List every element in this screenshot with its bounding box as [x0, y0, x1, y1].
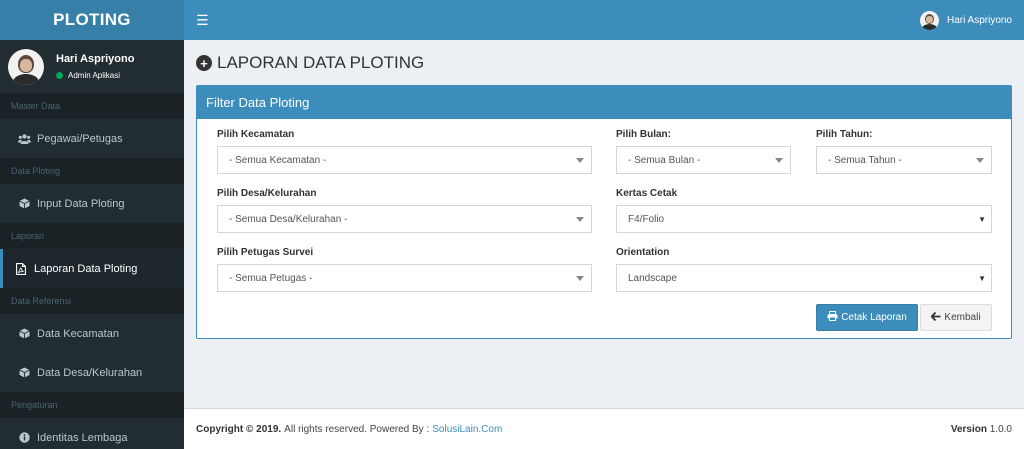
- orientation-label: Orientation: [616, 247, 670, 258]
- avatar: [919, 10, 939, 30]
- kertas-select[interactable]: F4/Folio ▼: [616, 205, 992, 233]
- user-panel: Hari Aspriyono Admin Aplikasi: [0, 40, 184, 93]
- user-name: Hari Aspriyono: [56, 53, 135, 65]
- sidebar-item-data-desa-kelurahan[interactable]: Data Desa/Kelurahan: [0, 353, 184, 392]
- hamburger-icon[interactable]: ☰: [196, 12, 209, 29]
- info-circle-icon: [17, 432, 31, 443]
- chevron-down-icon: ▼: [978, 215, 986, 224]
- filter-box: Filter Data Ploting Pilih Kecamatan - Se…: [196, 85, 1012, 339]
- pdf-file-icon: [14, 262, 28, 275]
- cube-icon: [17, 367, 31, 378]
- kertas-label: Kertas Cetak: [616, 188, 678, 199]
- top-user-name: Hari Aspriyono: [946, 14, 1012, 26]
- print-icon: [827, 311, 838, 324]
- chevron-down-icon: ▼: [978, 274, 986, 283]
- section-header-master-data: Master Data: [0, 93, 184, 119]
- section-header-data-ploting: Data Ploting: [0, 158, 184, 184]
- powered-by-link[interactable]: SolusiLain.Com: [432, 424, 502, 435]
- bulan-label: Pilih Bulan:: [616, 129, 671, 140]
- app-logo[interactable]: PLOTING: [0, 0, 184, 40]
- avatar: [8, 48, 44, 85]
- kecamatan-select[interactable]: - Semua Kecamatan -: [217, 146, 592, 174]
- plus-circle-icon: +: [196, 55, 212, 71]
- chevron-down-icon: [576, 217, 584, 222]
- chevron-down-icon: [576, 158, 584, 163]
- sidebar-item-data-kecamatan[interactable]: Data Kecamatan: [0, 314, 184, 353]
- kecamatan-label: Pilih Kecamatan: [217, 129, 295, 140]
- rights-text: All rights reserved. Powered By :: [284, 423, 430, 435]
- sidebar: PLOTING Hari Aspriyono Admin Aplikasi Ma…: [0, 0, 184, 449]
- filter-box-title: Filter Data Ploting: [197, 86, 1011, 119]
- top-navbar: ☰ Hari Aspriyono: [184, 0, 1024, 40]
- chevron-down-icon: [775, 158, 783, 163]
- petugas-select[interactable]: - Semua Petugas -: [217, 264, 592, 292]
- footer: Copyright © 2019. All rights reserved. P…: [184, 408, 1024, 449]
- users-icon: [17, 133, 31, 144]
- copyright-text: Copyright © 2019.: [196, 423, 282, 435]
- back-button[interactable]: Kembali: [920, 304, 992, 331]
- sidebar-item-input-data-ploting[interactable]: Input Data Ploting: [0, 184, 184, 223]
- section-header-pengaturan: Pengaturan: [0, 392, 184, 418]
- chevron-down-icon: [976, 158, 984, 163]
- print-report-button[interactable]: Cetak Laporan: [816, 304, 918, 331]
- sidebar-item-pegawai[interactable]: Pegawai/Petugas: [0, 119, 184, 158]
- sidebar-item-identitas-lembaga[interactable]: Identitas Lembaga: [0, 418, 184, 449]
- orientation-select[interactable]: Landscape ▼: [616, 264, 992, 292]
- version-info: Version 1.0.0: [950, 423, 1012, 435]
- petugas-label: Pilih Petugas Survei: [217, 247, 314, 258]
- desa-label: Pilih Desa/Kelurahan: [217, 188, 317, 199]
- section-header-data-referensi: Data Referensi: [0, 288, 184, 314]
- desa-select[interactable]: - Semua Desa/Kelurahan -: [217, 205, 592, 233]
- cube-icon: [17, 328, 31, 339]
- online-status-icon: [56, 72, 63, 79]
- arrow-left-icon: [930, 311, 941, 324]
- cube-icon: [17, 198, 31, 209]
- user-role: Admin Aplikasi: [56, 71, 134, 80]
- user-menu[interactable]: Hari Aspriyono: [919, 10, 1012, 30]
- chevron-down-icon: [576, 276, 584, 281]
- page-title: + LAPORAN DATA PLOTING: [196, 53, 424, 73]
- tahun-select[interactable]: - Semua Tahun -: [816, 146, 992, 174]
- bulan-select[interactable]: - Semua Bulan -: [616, 146, 791, 174]
- section-header-laporan: Laporan: [0, 223, 184, 249]
- tahun-label: Pilih Tahun:: [816, 129, 873, 140]
- sidebar-item-laporan-data-ploting[interactable]: Laporan Data Ploting: [0, 249, 184, 288]
